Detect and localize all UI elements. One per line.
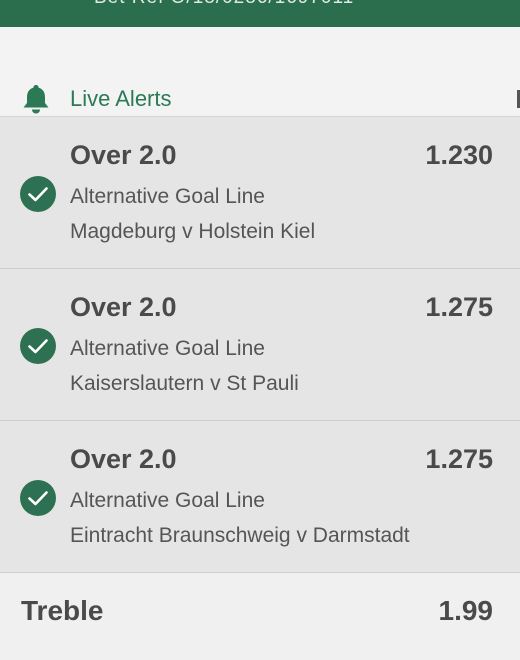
market-name: Over 2.0 (70, 140, 177, 170)
bell-icon (21, 83, 51, 115)
odds-value: 1.275 (425, 444, 493, 474)
odds-value: 1.275 (425, 292, 493, 322)
selection-row[interactable]: Over 2.0 1.275 Alternative Goal Line Ein… (0, 421, 520, 573)
bet-summary: Treble 1.99 (0, 574, 520, 660)
market-type: Alternative Goal Line (70, 185, 265, 208)
market-type: Alternative Goal Line (70, 489, 265, 512)
top-bar: Bet Ref O/18/0286/1697011 (0, 0, 520, 27)
selection-row[interactable]: Over 2.0 1.230 Alternative Goal Line Mag… (0, 117, 520, 269)
live-alerts-label: Live Alerts (70, 86, 172, 111)
live-alerts-row[interactable]: Live Alerts (0, 27, 520, 117)
market-name: Over 2.0 (70, 292, 177, 322)
selection-row[interactable]: Over 2.0 1.275 Alternative Goal Line Kai… (0, 269, 520, 421)
market-name: Over 2.0 (70, 444, 177, 474)
check-circle-icon (20, 328, 56, 364)
event-name: Eintracht Braunschweig v Darmstadt (70, 524, 410, 547)
bet-type-label: Treble (21, 595, 104, 626)
total-odds-value: 1.99 (438, 595, 494, 626)
event-name: Kaiserslautern v St Pauli (70, 372, 299, 395)
odds-value: 1.230 (425, 140, 493, 170)
check-circle-icon (20, 480, 56, 516)
check-circle-icon (20, 176, 56, 212)
market-type: Alternative Goal Line (70, 337, 265, 360)
bet-reference-text: Bet Ref O/18/0286/1697011 (94, 0, 354, 9)
event-name: Magdeburg v Holstein Kiel (70, 220, 316, 243)
